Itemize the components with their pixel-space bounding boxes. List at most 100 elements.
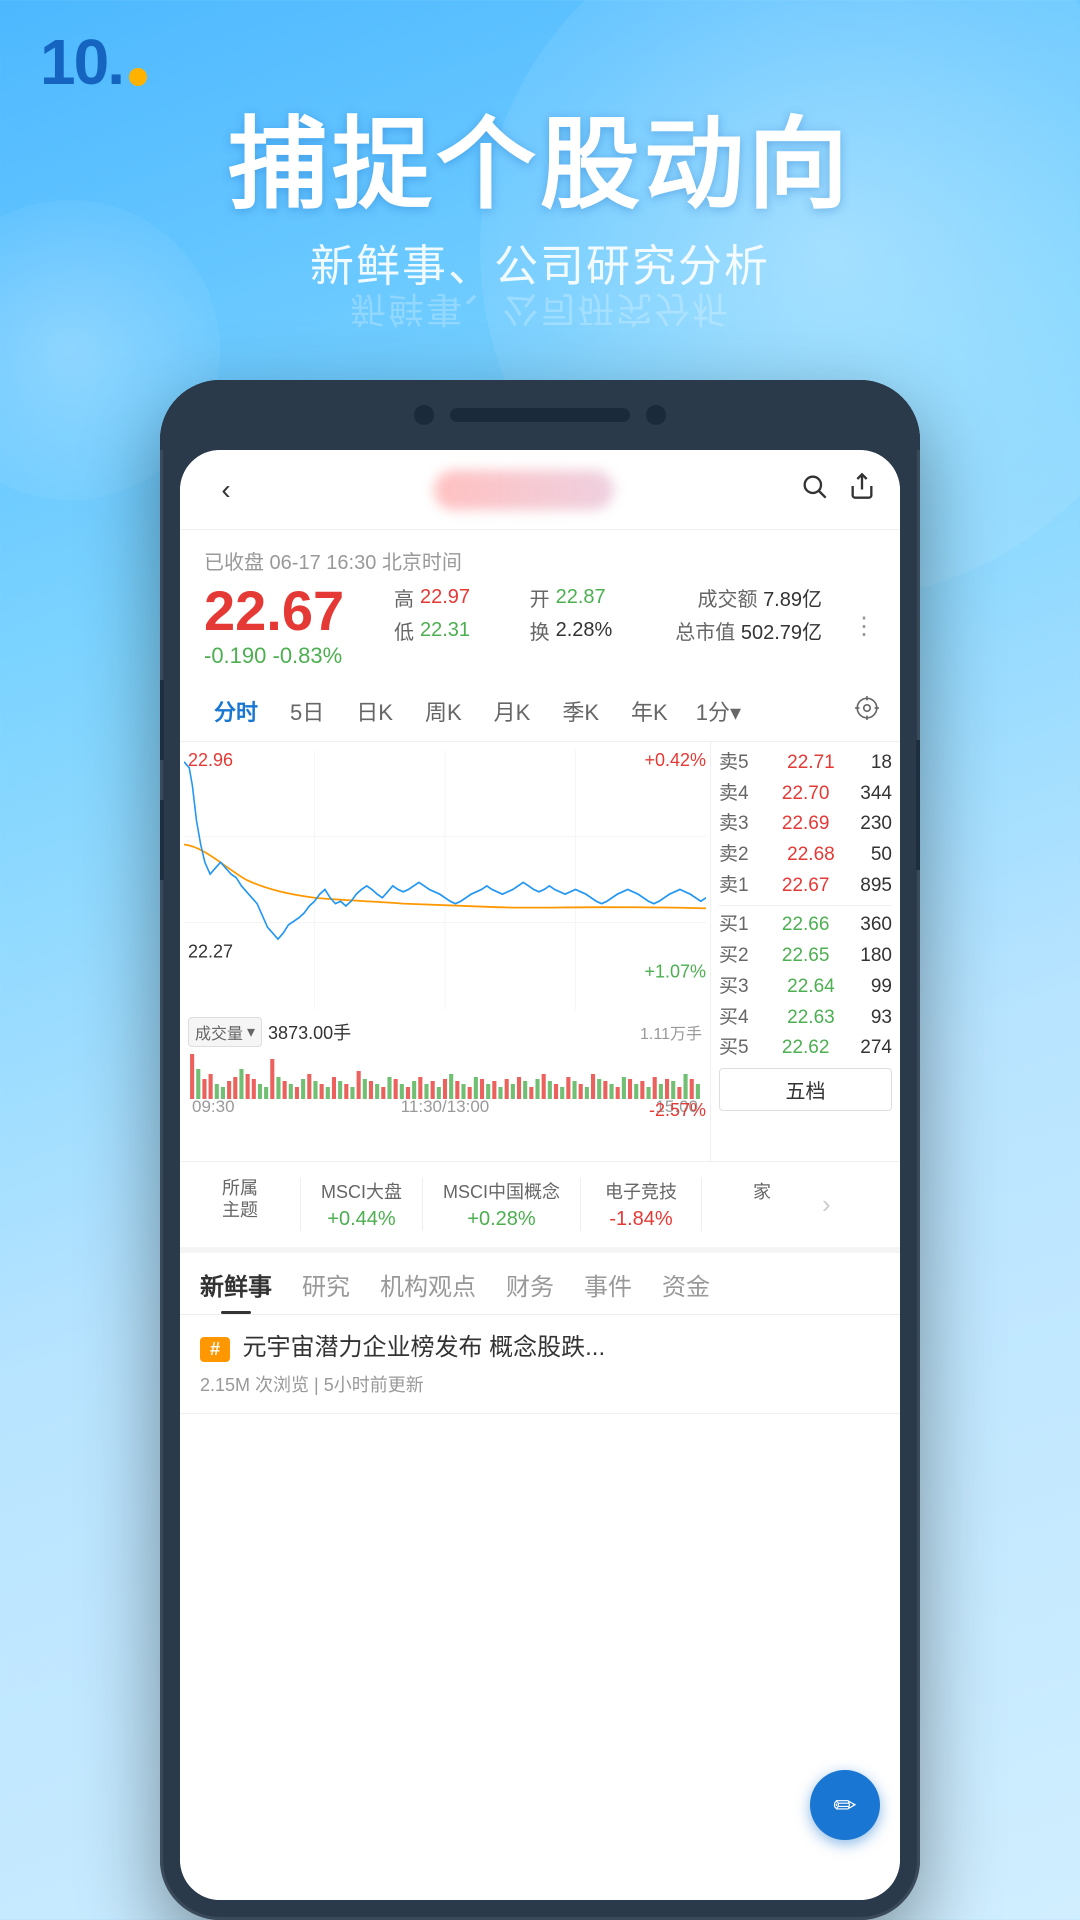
theme-divider-4 xyxy=(701,1178,702,1231)
sell5-qty: 18 xyxy=(871,751,892,776)
tab-分时[interactable]: 分时 xyxy=(200,689,272,733)
tab-月K[interactable]: 月K xyxy=(480,689,545,733)
news-tab-研究[interactable]: 研究 xyxy=(302,1267,350,1314)
sell3-qty: 230 xyxy=(860,812,892,837)
order-buy-1: 买1 22.66 360 xyxy=(719,910,892,941)
news-tab-资金[interactable]: 资金 xyxy=(662,1267,710,1314)
main-chart: 22.96 22.27 +0.42% +1.07% -2.57% xyxy=(180,742,710,1161)
buy4-label: 买4 xyxy=(719,1006,751,1031)
low-label: 低 xyxy=(394,616,414,645)
stock-section: 已收盘 06-17 16:30 北京时间 22.67 -0.190 -0.83%… xyxy=(180,530,900,681)
app-content: ‹ 已收盘 06-17 16:30 北京时间 xyxy=(180,450,900,1900)
sell1-qty: 895 xyxy=(860,874,892,899)
hero-subtitle-mirror: 新鲜事、公司研究分析 xyxy=(0,294,1080,323)
header-icons xyxy=(800,472,876,507)
sell1-price: 22.67 xyxy=(782,874,830,899)
fab-button[interactable]: ✏ xyxy=(810,1770,880,1840)
brand-dot xyxy=(129,68,147,86)
market-cap-value: 502.79亿 xyxy=(741,622,822,644)
turnover-label: 换 xyxy=(530,616,550,645)
price-chart-svg xyxy=(184,750,706,1010)
theme-label-主题: 所属 主题 xyxy=(222,1178,258,1221)
buy3-qty: 99 xyxy=(871,975,892,1000)
theme-item-主题: 所属 主题 xyxy=(200,1178,280,1231)
high-value: 22.97 xyxy=(420,586,470,609)
volume-dropdown[interactable]: 成交量 ▾ xyxy=(188,1017,262,1047)
market-cap-label: 总市值 xyxy=(675,622,735,644)
news-content-row: # 元宇宙潜力企业榜发布 概念股跌... xyxy=(200,1331,880,1365)
buy2-label: 买2 xyxy=(719,944,751,969)
share-icon[interactable] xyxy=(848,472,876,507)
buy4-qty: 93 xyxy=(871,1006,892,1031)
order-buy-2: 买2 22.65 180 xyxy=(719,941,892,972)
app-header: ‹ xyxy=(180,450,900,530)
side-button-left-2 xyxy=(160,800,164,880)
side-button-left-1 xyxy=(160,680,164,760)
sell2-label: 卖2 xyxy=(719,843,751,868)
chart-target-icon[interactable] xyxy=(854,695,880,728)
buy1-qty: 360 xyxy=(860,913,892,938)
sell3-price: 22.69 xyxy=(782,812,830,837)
buy1-price: 22.66 xyxy=(782,913,830,938)
sell5-price: 22.71 xyxy=(787,751,835,776)
brand-period: . xyxy=(107,30,125,94)
theme-pct-电子竞技: -1.84% xyxy=(609,1208,672,1231)
order-sell-5: 卖5 22.71 18 xyxy=(719,748,892,779)
back-button[interactable]: ‹ xyxy=(204,474,248,506)
news-tab-财务[interactable]: 财务 xyxy=(506,1267,554,1314)
tab-周K[interactable]: 周K xyxy=(411,689,476,733)
tab-日K[interactable]: 日K xyxy=(342,689,407,733)
fab-icon: ✏ xyxy=(833,1789,856,1822)
theme-item-电子竞技[interactable]: 电子竞技 -1.84% xyxy=(601,1178,681,1231)
buy5-price: 22.62 xyxy=(782,1036,830,1061)
search-icon[interactable] xyxy=(800,472,828,507)
theme-item-家[interactable]: 家 xyxy=(722,1178,802,1231)
theme-divider-2 xyxy=(422,1178,423,1231)
order-sell-4: 卖4 22.70 344 xyxy=(719,779,892,810)
theme-label-msci中国概念: MSCI中国概念 xyxy=(443,1178,560,1204)
market-cap-row: 总市值 502.79亿 xyxy=(675,616,822,645)
buy5-qty: 274 xyxy=(860,1036,892,1061)
news-meta: 2.15M 次浏览 | 5小时前更新 xyxy=(200,1371,880,1397)
stock-date: 已收盘 06-17 16:30 北京时间 xyxy=(204,546,876,575)
theme-label-家: 家 xyxy=(753,1178,771,1204)
stock-price: 22.67 xyxy=(204,583,364,639)
order-buy-3: 买3 22.64 99 xyxy=(719,972,892,1003)
camera-dot xyxy=(414,405,434,425)
detail-turnover: 换 2.28% xyxy=(530,616,646,645)
chart-area: 22.96 22.27 +0.42% +1.07% -2.57% xyxy=(180,742,900,1162)
more-options-icon[interactable]: ⋮ xyxy=(852,612,876,641)
theme-item-msci中国概念[interactable]: MSCI中国概念 +0.28% xyxy=(443,1178,560,1231)
open-value: 22.87 xyxy=(556,586,606,609)
sell1-label: 卖1 xyxy=(719,874,751,899)
volume-label: 成交额 xyxy=(698,589,758,611)
theme-divider-1 xyxy=(300,1178,301,1231)
stock-change: -0.190 -0.83% xyxy=(204,643,364,669)
brand-logo: 10 xyxy=(40,30,107,94)
sell2-qty: 50 xyxy=(871,843,892,868)
theme-label-电子竞技: 电子竞技 xyxy=(605,1178,677,1204)
volume-bars-svg xyxy=(188,1049,702,1099)
buy4-price: 22.63 xyxy=(787,1006,835,1031)
detail-high: 高 22.97 xyxy=(394,583,510,612)
news-tab-机构观点[interactable]: 机构观点 xyxy=(380,1267,476,1314)
news-item[interactable]: # 元宇宙潜力企业榜发布 概念股跌... 2.15M 次浏览 | 5小时前更新 xyxy=(180,1315,900,1414)
theme-pct-msci中国概念: +0.28% xyxy=(467,1208,535,1231)
tab-年K[interactable]: 年K xyxy=(617,689,682,733)
five-档-button[interactable]: 五档 xyxy=(719,1068,892,1111)
volume-row: 成交额 7.89亿 xyxy=(698,583,823,612)
tab-季K[interactable]: 季K xyxy=(548,689,613,733)
sell3-label: 卖3 xyxy=(719,812,751,837)
volume-label-text: 成交量 xyxy=(195,1020,243,1044)
tab-1分-dropdown[interactable]: 1分▾ xyxy=(686,689,751,733)
phone-frame: ‹ 已收盘 06-17 16:30 北京时间 xyxy=(160,380,920,1920)
side-button-right xyxy=(916,740,920,870)
tab-5日[interactable]: 5日 xyxy=(276,689,338,733)
news-tab-新鲜事[interactable]: 新鲜事 xyxy=(200,1267,272,1314)
news-title: 元宇宙潜力企业榜发布 概念股跌... xyxy=(242,1334,605,1361)
theme-pct-msci大盘: +0.44% xyxy=(327,1208,395,1231)
theme-item-msci大盘[interactable]: MSCI大盘 +0.44% xyxy=(321,1178,402,1231)
phone-screen: ‹ 已收盘 06-17 16:30 北京时间 xyxy=(180,450,900,1900)
news-tab-事件[interactable]: 事件 xyxy=(584,1267,632,1314)
detail-low: 低 22.31 xyxy=(394,616,510,645)
